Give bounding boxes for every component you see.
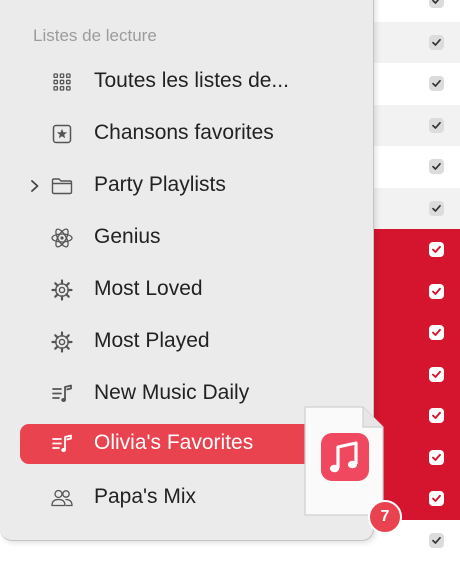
checkbox[interactable] <box>429 0 444 8</box>
song-row-selected[interactable] <box>372 395 460 437</box>
song-row[interactable] <box>372 188 460 230</box>
song-row[interactable] <box>372 146 460 188</box>
checkbox[interactable] <box>429 35 444 50</box>
sidebar-item-most-loved[interactable]: Most Loved <box>20 270 370 310</box>
playlist-icon <box>50 432 74 456</box>
checkbox[interactable] <box>429 159 444 174</box>
star-box-icon <box>50 122 74 146</box>
section-title: Listes de lecture <box>33 26 157 46</box>
checkbox[interactable] <box>429 201 444 216</box>
checkbox[interactable] <box>429 284 444 299</box>
sidebar-item-label: Toutes les listes de... <box>94 69 289 93</box>
checkbox[interactable] <box>429 408 444 423</box>
song-row-selected[interactable] <box>372 229 460 271</box>
atom-icon <box>50 226 74 250</box>
sidebar-item-label: Genius <box>94 225 161 249</box>
gear-icon <box>50 330 74 354</box>
song-row-selected[interactable] <box>372 354 460 396</box>
sidebar-item-label: New Music Daily <box>94 381 249 405</box>
song-row[interactable] <box>372 0 460 22</box>
checkbox[interactable] <box>429 118 444 133</box>
sidebar-item-label: Most Played <box>94 329 210 353</box>
sidebar-item-label: Party Playlists <box>94 173 226 197</box>
checkbox[interactable] <box>429 491 444 506</box>
sidebar-item-label: Most Loved <box>94 277 203 301</box>
song-row[interactable] <box>372 105 460 147</box>
sidebar-item-genius[interactable]: Genius <box>20 218 370 258</box>
checkbox[interactable] <box>429 242 444 257</box>
drag-count-badge: 7 <box>368 500 402 534</box>
sidebar-item-favorite-songs[interactable]: Chansons favorites <box>20 114 370 154</box>
grid-icon <box>50 70 74 94</box>
folder-icon <box>50 174 74 198</box>
sidebar-item-label: Papa's Mix <box>94 485 196 509</box>
checkbox[interactable] <box>429 450 444 465</box>
dragged-file-icon <box>303 405 385 517</box>
sidebar-item-party-playlists[interactable]: Party Playlists <box>20 166 370 206</box>
checkbox[interactable] <box>429 533 444 548</box>
song-list <box>372 0 460 561</box>
gear-icon <box>50 278 74 302</box>
song-row-selected[interactable] <box>372 312 460 354</box>
song-row[interactable] <box>372 63 460 105</box>
checkbox[interactable] <box>429 76 444 91</box>
song-row[interactable] <box>372 22 460 64</box>
playlist-icon <box>50 382 74 406</box>
checkbox[interactable] <box>429 325 444 340</box>
sidebar-item-most-played[interactable]: Most Played <box>20 322 370 362</box>
people-icon <box>50 486 74 510</box>
chevron-right-icon[interactable] <box>28 176 42 196</box>
sidebar-item-label: Chansons favorites <box>94 121 274 145</box>
song-row-selected[interactable] <box>372 271 460 313</box>
sidebar-item-all-playlists[interactable]: Toutes les listes de... <box>20 62 370 102</box>
sidebar-item-label: Olivia's Favorites <box>94 431 253 455</box>
song-row-selected[interactable] <box>372 437 460 479</box>
checkbox[interactable] <box>429 367 444 382</box>
